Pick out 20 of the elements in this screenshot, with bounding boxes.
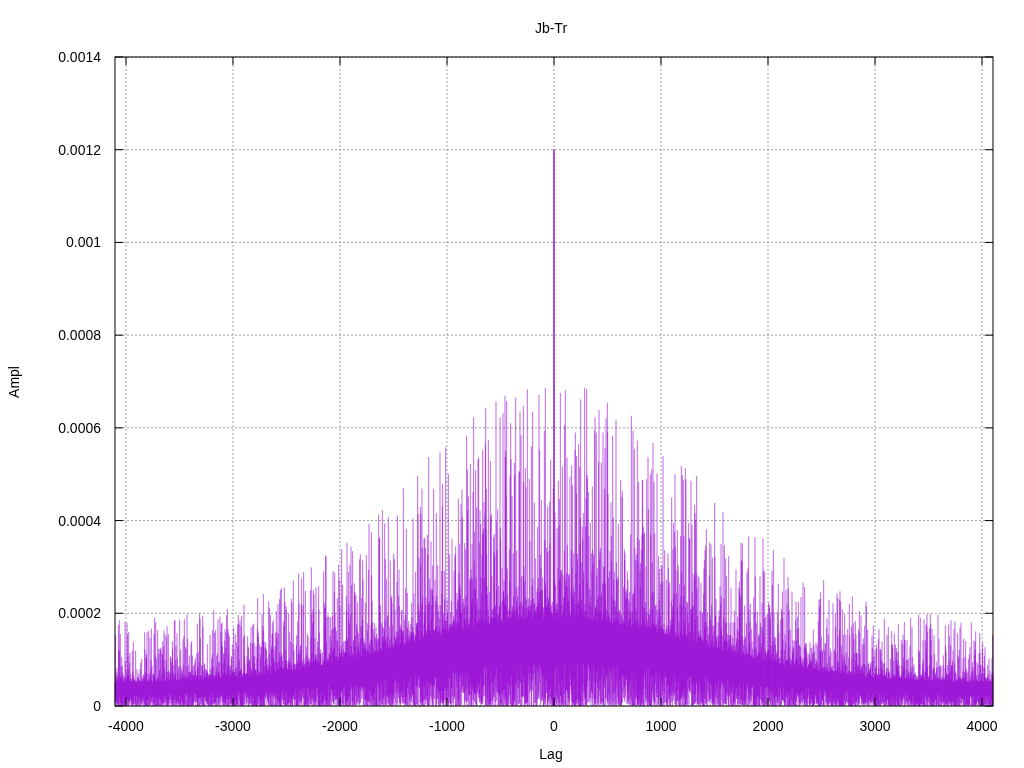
- x-tick-label: 0: [550, 718, 558, 734]
- x-tick-label: 2000: [752, 718, 784, 734]
- y-tick-label: 0.0002: [58, 605, 101, 622]
- x-tick-label: -4000: [108, 718, 144, 734]
- x-tick-label: 4000: [966, 718, 998, 734]
- y-axis-label: Ampl: [6, 366, 22, 398]
- y-tick-label: 0: [93, 698, 101, 714]
- x-tick-label: 3000: [859, 718, 891, 734]
- chart-title: Jb-Tr: [534, 20, 568, 36]
- y-tick-label: 0.0006: [58, 419, 101, 436]
- x-axis-label: Lag: [539, 746, 563, 762]
- y-tick-label: 0.0008: [58, 327, 101, 344]
- x-tick-label: -3000: [215, 718, 251, 734]
- y-tick-label: 0.001: [65, 234, 101, 251]
- x-tick-label: -2000: [322, 718, 358, 734]
- x-tick-label: -1000: [429, 718, 465, 734]
- x-tick-label: 1000: [645, 718, 677, 734]
- y-tick-label: 0.0004: [58, 512, 101, 529]
- y-tick-label: 0.0012: [58, 141, 101, 158]
- y-tick-label: 0.0014: [58, 49, 101, 65]
